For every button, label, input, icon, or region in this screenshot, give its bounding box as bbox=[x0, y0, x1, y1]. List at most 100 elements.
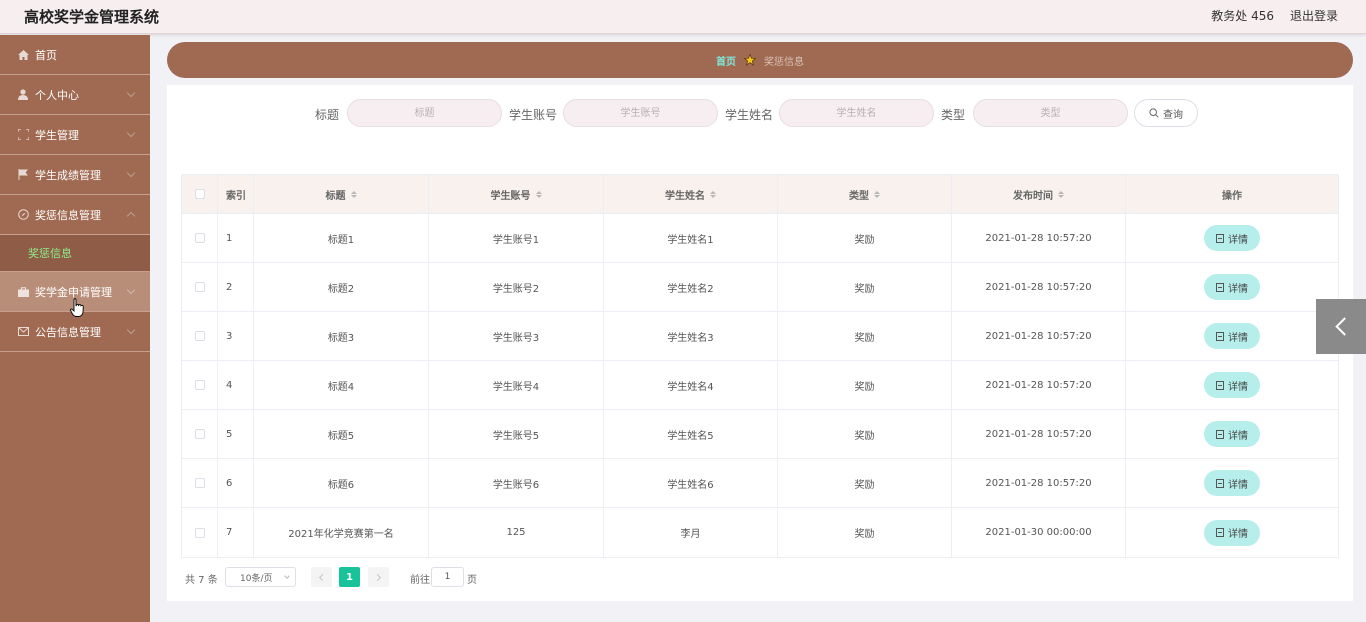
goto-page-input[interactable] bbox=[431, 567, 464, 587]
cell-account: 学生账号3 bbox=[429, 312, 604, 360]
detail-button[interactable]: 详情 bbox=[1204, 519, 1260, 546]
header-time[interactable]: 发布时间 bbox=[952, 175, 1126, 213]
hand-cursor-icon bbox=[70, 298, 84, 317]
cell-operation: 详情 bbox=[1126, 214, 1338, 262]
next-page-button[interactable] bbox=[368, 567, 389, 587]
cell-time: 2021-01-28 10:57:20 bbox=[952, 361, 1126, 409]
row-checkbox[interactable] bbox=[194, 233, 205, 243]
chevron-down-icon bbox=[126, 285, 136, 295]
sidebar-item-label: 学生成绩管理 bbox=[35, 168, 101, 182]
cell-type: 奖励 bbox=[778, 508, 952, 557]
breadcrumb-current: 奖惩信息 bbox=[764, 56, 804, 68]
detail-button-label: 详情 bbox=[1228, 430, 1248, 442]
cell-name: 学生姓名3 bbox=[604, 312, 778, 360]
detail-button[interactable]: 详情 bbox=[1204, 323, 1260, 349]
cell-account: 学生账号5 bbox=[429, 410, 604, 458]
side-panel-toggle[interactable] bbox=[1316, 299, 1366, 354]
cell-time: 2021-01-28 10:57:20 bbox=[952, 312, 1126, 360]
app-title: 高校奖学金管理系统 bbox=[24, 8, 160, 26]
account-search-input[interactable] bbox=[563, 99, 718, 127]
select-all-checkbox[interactable] bbox=[194, 189, 205, 199]
document-icon bbox=[1216, 331, 1224, 341]
detail-button-label: 详情 bbox=[1228, 234, 1248, 246]
cell-operation: 详情 bbox=[1126, 410, 1338, 458]
name-search-input[interactable] bbox=[779, 99, 934, 127]
cell-operation: 详情 bbox=[1126, 459, 1338, 507]
header-type[interactable]: 类型 bbox=[778, 175, 952, 213]
cell-name: 学生姓名1 bbox=[604, 214, 778, 262]
cell-index: 7 bbox=[218, 508, 254, 557]
row-checkbox[interactable] bbox=[194, 282, 205, 292]
sort-icon bbox=[874, 190, 880, 198]
document-icon bbox=[1216, 282, 1224, 292]
cell-name: 学生姓名4 bbox=[604, 361, 778, 409]
sidebar-item-student-management[interactable]: 学生管理 bbox=[0, 115, 150, 155]
cell-index: 2 bbox=[218, 263, 254, 311]
cell-time: 2021-01-30 00:00:00 bbox=[952, 508, 1126, 557]
table-header: 索引 标题 学生账号 学生姓名 类型 发布时间 操作 bbox=[182, 175, 1338, 214]
table-row: 1 标题1 学生账号1 学生姓名1 奖励 2021-01-28 10:57:20 详情 bbox=[182, 214, 1338, 263]
cell-title: 标题2 bbox=[254, 263, 429, 311]
sidebar-item-notice-management[interactable]: 公告信息管理 bbox=[0, 312, 150, 352]
cell-title: 标题6 bbox=[254, 459, 429, 507]
title-search-input[interactable] bbox=[347, 99, 502, 127]
row-checkbox[interactable] bbox=[194, 429, 205, 439]
detail-button[interactable]: 详情 bbox=[1204, 274, 1260, 300]
mail-icon bbox=[17, 326, 29, 338]
total-count: 共 7 条 bbox=[185, 575, 218, 586]
header-name[interactable]: 学生姓名 bbox=[604, 175, 778, 213]
cell-title: 标题5 bbox=[254, 410, 429, 458]
sidebar-item-personal-center[interactable]: 个人中心 bbox=[0, 75, 150, 115]
header-title[interactable]: 标题 bbox=[254, 175, 429, 213]
type-search-input[interactable] bbox=[973, 99, 1128, 127]
sort-icon bbox=[350, 190, 357, 198]
row-checkbox[interactable] bbox=[194, 331, 205, 341]
row-checkbox[interactable] bbox=[194, 478, 205, 488]
detail-button[interactable]: 详情 bbox=[1204, 421, 1260, 447]
cell-index: 5 bbox=[218, 410, 254, 458]
account-filter-label: 学生账号 bbox=[509, 108, 558, 122]
logout-link[interactable]: 退出登录 bbox=[1290, 7, 1338, 24]
page-suffix: 页 bbox=[467, 575, 477, 586]
sidebar-subitem-reward-info[interactable]: 奖惩信息 bbox=[0, 235, 150, 272]
cell-name: 学生姓名5 bbox=[604, 410, 778, 458]
reward-table: 索引 标题 学生账号 学生姓名 类型 发布时间 操作 1 标题1 学生账号1 学生姓名… bbox=[181, 174, 1339, 558]
chevron-left-icon bbox=[318, 573, 327, 581]
header-index: 索引 bbox=[218, 175, 254, 213]
query-button[interactable]: 查询 bbox=[1134, 99, 1198, 127]
sidebar-item-grade-management[interactable]: 学生成绩管理 bbox=[0, 155, 150, 195]
chevron-down-icon bbox=[126, 88, 136, 98]
cell-type: 奖励 bbox=[778, 361, 952, 409]
sidebar-item-reward-management[interactable]: 奖惩信息管理 bbox=[0, 195, 150, 235]
prev-page-button[interactable] bbox=[311, 567, 332, 587]
row-checkbox[interactable] bbox=[194, 380, 205, 390]
row-checkbox[interactable] bbox=[194, 527, 205, 538]
sidebar-item-home[interactable]: 首页 bbox=[0, 35, 150, 75]
table-row: 4 标题4 学生账号4 学生姓名4 奖励 2021-01-28 10:57:20 详情 bbox=[182, 361, 1338, 410]
top-header: 高校奖学金管理系统 教务处 456 退出登录 bbox=[0, 0, 1366, 34]
star-icon bbox=[743, 53, 757, 66]
cell-account: 125 bbox=[429, 508, 604, 557]
detail-button[interactable]: 详情 bbox=[1204, 372, 1260, 398]
cell-name: 李月 bbox=[604, 508, 778, 557]
user-name: 教务处 456 bbox=[1211, 9, 1274, 23]
cell-type: 奖励 bbox=[778, 214, 952, 262]
sort-icon bbox=[1058, 190, 1064, 198]
detail-button[interactable]: 详情 bbox=[1204, 225, 1260, 251]
cell-title: 标题1 bbox=[254, 214, 429, 262]
chevron-down-icon bbox=[126, 325, 136, 335]
detail-button-label: 详情 bbox=[1228, 381, 1248, 393]
cell-type: 奖励 bbox=[778, 312, 952, 360]
table-body: 1 标题1 学生账号1 学生姓名1 奖励 2021-01-28 10:57:20 详情 2 标题… bbox=[182, 214, 1338, 557]
cell-account: 学生账号1 bbox=[429, 214, 604, 262]
page-number-current[interactable]: 1 bbox=[339, 567, 360, 587]
cell-account: 学生账号2 bbox=[429, 263, 604, 311]
cell-title: 标题4 bbox=[254, 361, 429, 409]
breadcrumb-home[interactable]: 首页 bbox=[716, 53, 736, 68]
detail-button[interactable]: 详情 bbox=[1204, 470, 1260, 496]
cell-time: 2021-01-28 10:57:20 bbox=[952, 459, 1126, 507]
title-filter-label: 标题 bbox=[315, 108, 340, 122]
header-account[interactable]: 学生账号 bbox=[429, 175, 604, 213]
page-size-select[interactable]: 10条/页 bbox=[225, 567, 296, 587]
cell-title: 标题3 bbox=[254, 312, 429, 360]
